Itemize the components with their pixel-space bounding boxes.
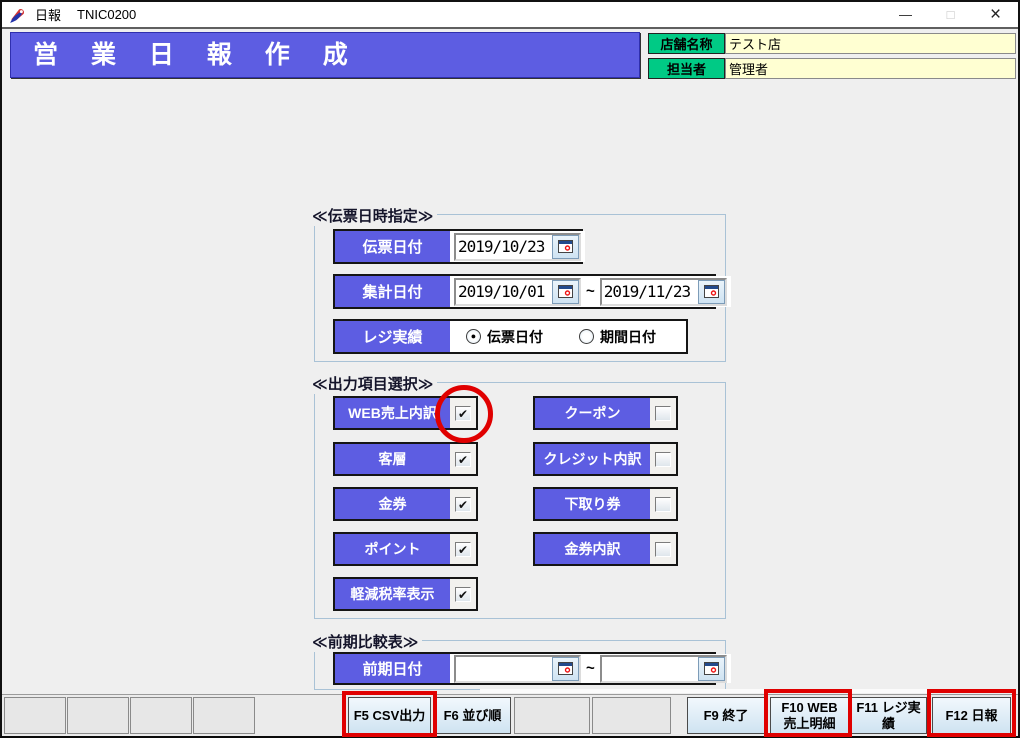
app-window: 日報 TNIC0200 — □ × 営 業 日 報 作 成 店舗名称 テスト店 …	[0, 0, 1020, 738]
option-label: 客層	[335, 444, 450, 474]
option-label: クレジット内訳	[535, 444, 650, 474]
checkbox[interactable]: ✔	[455, 405, 471, 421]
f11-register-results-button[interactable]: F11 レジ実績	[850, 697, 927, 734]
radio-period-date[interactable]: 期間日付	[579, 327, 656, 347]
checkbox[interactable]: ✔	[455, 451, 471, 467]
f10-web-sales-detail-button[interactable]: F10 WEB 売上明細	[770, 697, 849, 734]
total-date-label: 集計日付	[335, 276, 450, 307]
prev-date-from-value[interactable]	[456, 657, 552, 681]
checkbox[interactable]	[655, 541, 671, 557]
calendar-icon	[558, 285, 573, 298]
output-option-customer-segment[interactable]: 客層 ✔	[333, 442, 478, 476]
radio-slip-date[interactable]: ● 伝票日付	[466, 327, 543, 347]
prev-date-from-input[interactable]	[454, 654, 581, 683]
output-option-points[interactable]: ポイント ✔	[333, 532, 478, 566]
radio-dot: ●	[470, 331, 477, 341]
store-name-value: テスト店	[725, 33, 1016, 54]
slip-date-calendar-button[interactable]	[552, 234, 579, 259]
output-option-web-sales-breakdown[interactable]: WEB売上内訳 ✔	[333, 396, 478, 430]
prev-date-to-value[interactable]	[602, 657, 698, 681]
calendar-icon	[558, 662, 573, 675]
function-key-empty	[193, 697, 255, 734]
manager-value: 管理者	[725, 58, 1016, 79]
output-option-coupon[interactable]: クーポン	[533, 396, 678, 430]
radio-dot	[580, 330, 593, 343]
prev-date-row: 前期日付 ~	[333, 652, 731, 685]
radio-period-date-label: 期間日付	[600, 328, 656, 345]
total-date-from-calendar-button[interactable]	[552, 279, 579, 304]
option-label: WEB売上内訳	[335, 398, 450, 428]
option-label: 金券	[335, 489, 450, 519]
app-icon	[9, 6, 27, 24]
date-range-separator: ~	[586, 283, 595, 300]
calendar-icon	[703, 285, 719, 298]
f6-sort-order-button[interactable]: F6 並び順	[434, 697, 511, 734]
date-range-separator: ~	[586, 660, 595, 677]
checkbox[interactable]	[655, 405, 671, 421]
function-key-bar: F5 CSV出力 F6 並び順 F9 終了 F10 WEB 売上明細 F11 レ…	[2, 694, 1018, 736]
radio-circle[interactable]: ●	[466, 329, 481, 344]
function-key-empty	[130, 697, 192, 734]
store-name-label: 店舗名称	[648, 33, 725, 54]
total-date-from-value[interactable]: 2019/10/01	[456, 280, 552, 304]
f12-daily-report-button[interactable]: F12 日報	[932, 697, 1011, 734]
prev-date-to-input[interactable]	[599, 654, 727, 683]
checkbox[interactable]	[655, 451, 671, 467]
option-label: 下取り券	[535, 489, 650, 519]
maximize-button[interactable]: □	[928, 2, 973, 27]
output-option-credit-breakdown[interactable]: クレジット内訳	[533, 442, 678, 476]
calendar-icon	[703, 662, 719, 675]
section-caption-prev-compare: ≪前期比較表≫	[312, 631, 423, 652]
close-button[interactable]: ×	[973, 2, 1018, 27]
output-option-voucher-breakdown[interactable]: 金券内訳	[533, 532, 678, 566]
calendar-icon	[558, 240, 573, 253]
checkbox[interactable]: ✔	[455, 541, 471, 557]
minimize-button[interactable]: —	[883, 2, 928, 27]
function-key-empty	[514, 697, 590, 734]
panel-bottom-edge	[480, 689, 1016, 693]
window-title-code: TNIC0200	[77, 7, 137, 22]
title-bar: 日報 TNIC0200 — □ ×	[2, 2, 1018, 29]
page-title: 営 業 日 報 作 成	[10, 32, 640, 78]
output-option-reduced-tax-display[interactable]: 軽減税率表示 ✔	[333, 577, 478, 611]
option-label: 軽減税率表示	[335, 579, 450, 609]
window-title: 日報	[35, 8, 62, 23]
section-caption-output-select: ≪出力項目選択≫	[312, 373, 438, 394]
function-key-empty	[67, 697, 129, 734]
total-date-row: 集計日付 2019/10/01 ~ 2019/11/23	[333, 274, 731, 309]
checkbox[interactable]: ✔	[455, 496, 471, 512]
prev-date-to-calendar-button[interactable]	[697, 656, 725, 681]
manager-label: 担当者	[648, 58, 725, 79]
register-results-row: レジ実績 ● 伝票日付 期間日付	[333, 319, 688, 354]
option-label: クーポン	[535, 398, 650, 428]
radio-circle[interactable]	[579, 329, 594, 344]
function-key-empty	[4, 697, 66, 734]
total-date-to-value[interactable]: 2019/11/23	[602, 280, 698, 304]
slip-date-value[interactable]: 2019/10/23	[456, 235, 552, 259]
output-option-gift-voucher[interactable]: 金券 ✔	[333, 487, 478, 521]
slip-date-label: 伝票日付	[335, 231, 450, 262]
f9-exit-button[interactable]: F9 終了	[687, 697, 765, 734]
prev-date-label: 前期日付	[335, 654, 450, 683]
checkbox[interactable]	[655, 496, 671, 512]
function-key-empty	[592, 697, 671, 734]
total-date-from-input[interactable]: 2019/10/01	[454, 277, 581, 306]
register-results-label: レジ実績	[335, 321, 450, 352]
prev-date-from-calendar-button[interactable]	[552, 656, 579, 681]
slip-date-row: 伝票日付 2019/10/23	[333, 229, 585, 264]
total-date-to-calendar-button[interactable]	[697, 279, 725, 304]
radio-slip-date-label: 伝票日付	[487, 328, 543, 345]
option-label: ポイント	[335, 534, 450, 564]
f5-csv-export-button[interactable]: F5 CSV出力	[348, 697, 431, 734]
slip-date-input[interactable]: 2019/10/23	[454, 232, 581, 261]
section-caption-date-spec: ≪伝票日時指定≫	[312, 205, 438, 226]
output-option-trade-in-ticket[interactable]: 下取り券	[533, 487, 678, 521]
checkbox[interactable]: ✔	[455, 586, 471, 602]
window-controls: — □ ×	[883, 2, 1018, 27]
option-label: 金券内訳	[535, 534, 650, 564]
total-date-to-input[interactable]: 2019/11/23	[599, 277, 727, 306]
